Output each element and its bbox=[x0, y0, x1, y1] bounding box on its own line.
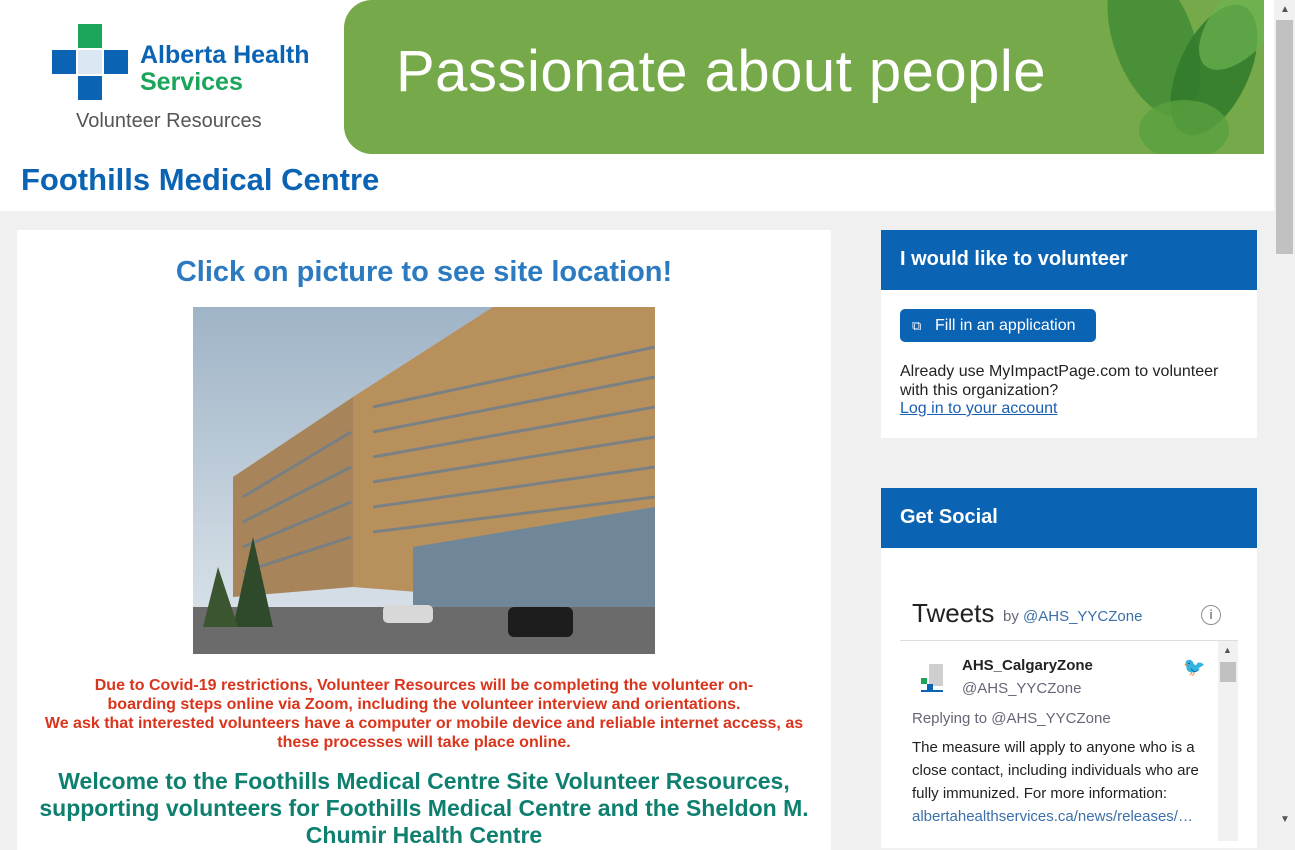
external-link-icon: ⧉ bbox=[912, 318, 922, 333]
page-scrollbar[interactable]: ▲ ▼ bbox=[1274, 0, 1295, 832]
tweets-by-label: by bbox=[1003, 608, 1019, 625]
scroll-up-arrow[interactable]: ▲ bbox=[1223, 645, 1232, 655]
info-icon[interactable]: i bbox=[1201, 605, 1221, 625]
covid-notice-line1: Due to Covid-19 restrictions, Volunteer … bbox=[94, 677, 754, 713]
fill-application-label: Fill in an application bbox=[935, 317, 1076, 334]
logo-line2: Services bbox=[140, 68, 243, 96]
already-user-text: Already use MyImpactPage.com to voluntee… bbox=[900, 363, 1219, 399]
tweet-author-handle[interactable]: @AHS_YYCZone bbox=[962, 680, 1081, 697]
page-scroll-up-arrow[interactable]: ▲ bbox=[1280, 4, 1290, 15]
page-scroll-down-arrow[interactable]: ▼ bbox=[1280, 814, 1290, 825]
volunteer-card-title: I would like to volunteer bbox=[881, 230, 1257, 290]
ahs-logo[interactable]: Alberta Health Services Volunteer Resour… bbox=[52, 24, 312, 134]
hero-banner: Passionate about people bbox=[344, 0, 1264, 154]
avatar[interactable] bbox=[915, 660, 951, 696]
tweets-scroll-thumb[interactable] bbox=[1220, 662, 1236, 682]
hospital-photo[interactable] bbox=[193, 307, 655, 654]
tweets-title: Tweets bbox=[912, 598, 995, 628]
logo-subtitle: Volunteer Resources bbox=[76, 110, 262, 132]
tweet-link[interactable]: albertahealthservices.ca/news/releases/… bbox=[912, 808, 1193, 825]
fill-application-button[interactable]: ⧉ Fill in an application bbox=[900, 309, 1096, 342]
logo-wordmark: Alberta Health Services bbox=[140, 42, 309, 96]
social-card: Get Social Tweets by @AHS_YYCZone i AHS_… bbox=[881, 488, 1257, 848]
social-card-title: Get Social bbox=[881, 488, 1257, 548]
divider bbox=[900, 640, 1238, 641]
site-title: Foothills Medical Centre bbox=[21, 162, 380, 197]
twitter-bird-icon[interactable]: 🐦 bbox=[1183, 657, 1205, 678]
ahs-cross-icon bbox=[52, 24, 128, 100]
location-heading: Click on picture to see site location! bbox=[175, 256, 673, 288]
covid-notice: Due to Covid-19 restrictions, Volunteer … bbox=[37, 676, 811, 752]
main-content: Click on picture to see site location! D… bbox=[17, 230, 831, 850]
welcome-heading: Welcome to the Foothills Medical Centre … bbox=[39, 768, 809, 848]
covid-notice-line2: We ask that interested volunteers have a… bbox=[44, 715, 804, 751]
banner-slogan: Passionate about people bbox=[396, 39, 1047, 104]
tweet-body: The measure will apply to anyone who is … bbox=[912, 736, 1208, 828]
logo-line1: Alberta Health bbox=[140, 41, 310, 69]
tweet-author-name[interactable]: AHS_CalgaryZone bbox=[962, 657, 1093, 674]
login-link[interactable]: Log in to your account bbox=[900, 400, 1057, 418]
tweets-scrollbar[interactable]: ▲ bbox=[1218, 641, 1238, 841]
tweets-handle-link[interactable]: @AHS_YYCZone bbox=[1023, 608, 1142, 625]
twitter-timeline: Tweets by @AHS_YYCZone i AHS_CalgaryZone… bbox=[900, 548, 1238, 848]
tweet-replying-to: Replying to @AHS_YYCZone bbox=[912, 710, 1111, 727]
page-scroll-thumb[interactable] bbox=[1276, 20, 1293, 254]
tweet-text: The measure will apply to anyone who is … bbox=[912, 739, 1199, 802]
volunteer-card: I would like to volunteer ⧉ Fill in an a… bbox=[881, 230, 1257, 438]
page-header: Alberta Health Services Volunteer Resour… bbox=[0, 0, 1274, 211]
